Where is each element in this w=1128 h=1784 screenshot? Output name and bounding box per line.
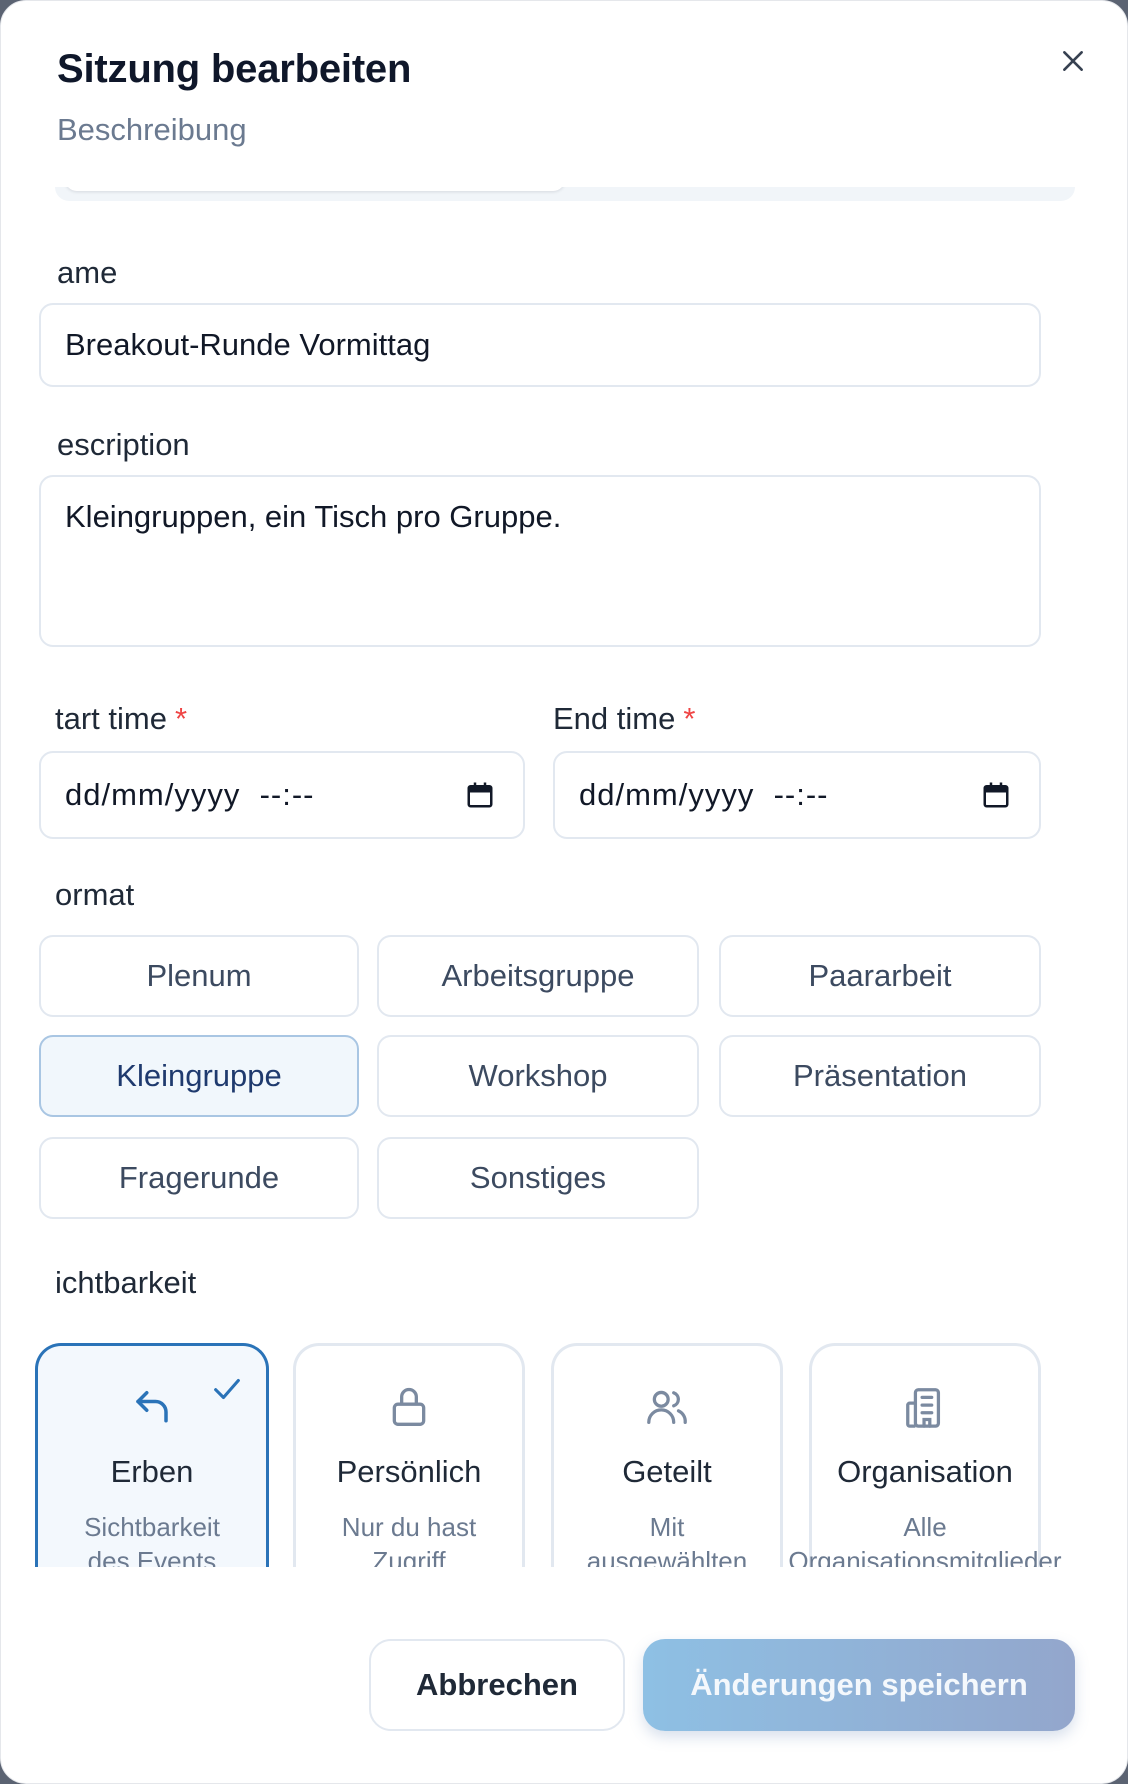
end-time-value: dd/mm/yyyy --:-- [579,777,829,812]
visibility-option-desc: Mit ausgewählten [586,1512,748,1567]
format-option-praesentation[interactable]: Präsentation [719,1035,1041,1117]
visibility-label: ichtbarkeit [55,1265,197,1300]
cancel-button[interactable]: Abbrechen [369,1639,625,1731]
start-time-label-text: tart time [55,701,167,736]
format-option-plenum[interactable]: Plenum [39,935,359,1017]
save-changes-button[interactable]: Änderungen speichern [643,1639,1075,1731]
name-input[interactable]: Breakout-Runde Vormittag [39,303,1041,387]
format-option-label: Kleingruppe [116,1058,282,1093]
visibility-option-persoenlich[interactable]: Persönlich Nur du hast Zugriff [293,1343,525,1567]
format-option-label: Arbeitsgruppe [441,958,635,993]
name-input-value: Breakout-Runde Vormittag [65,327,431,362]
description-textarea[interactable]: Kleingruppen, ein Tisch pro Gruppe. [39,475,1041,647]
users-icon [647,1390,687,1424]
visibility-option-desc: Nur du hast Zugriff [341,1512,477,1567]
description-label: escription [57,427,190,462]
calendar-icon[interactable] [465,780,495,810]
visibility-option-erben[interactable]: Erben Sichtbarkeit des Events [35,1343,269,1567]
visibility-option-desc: Alle Organisationsmitglieder [788,1512,1062,1567]
name-label: ame [57,255,118,290]
visibility-option-organisation[interactable]: Organisation Alle Organisationsmitgliede… [788,1343,1062,1567]
format-option-label: Fragerunde [118,1160,280,1195]
close-icon [1063,51,1083,71]
end-time-label: End time * [553,701,695,737]
format-option-label: Präsentation [792,1058,968,1093]
start-time-label: tart time * [55,701,187,737]
calendar-icon[interactable] [981,780,1011,810]
required-mark: * [683,701,696,736]
format-option-label: Workshop [468,1058,608,1093]
format-option-workshop[interactable]: Workshop [377,1035,699,1117]
format-option-fragerunde[interactable]: Fragerunde [39,1137,359,1219]
dialog-title: Sitzung bearbeiten [57,47,412,91]
format-option-sonstiges[interactable]: Sonstiges [377,1137,699,1219]
tab-active[interactable] [65,187,565,191]
dialog-subtitle: Beschreibung [57,112,247,147]
format-option-paararbeit[interactable]: Paararbeit [719,935,1041,1017]
visibility-option-geteilt[interactable]: Geteilt Mit ausgewählten [551,1343,783,1567]
building-icon [906,1388,941,1428]
format-label: ormat [55,877,135,912]
visibility-option-desc-text: Sichtbarkeit des Events [84,1512,220,1567]
visibility-option-desc: Sichtbarkeit des Events [68,1510,236,1567]
lock-icon [392,1387,426,1426]
inherit-icon [136,1391,168,1423]
visibility-option-title: Organisation [837,1454,1013,1489]
format-option-label: Plenum [146,958,252,993]
end-time-input[interactable]: dd/mm/yyyy --:-- [553,751,1041,839]
format-option-label: Sonstiges [469,1160,607,1195]
form-scroll-area[interactable]: ame Breakout-Runde Vormittag escription … [1,187,1127,1567]
format-option-kleingruppe[interactable]: Kleingruppe [39,1035,359,1117]
tab-strip [55,187,1075,201]
format-option-arbeitsgruppe[interactable]: Arbeitsgruppe [377,935,699,1017]
description-textarea-value: Kleingruppen, ein Tisch pro Gruppe. [65,499,562,534]
start-time-input[interactable]: dd/mm/yyyy --:-- [39,751,525,839]
edit-session-dialog: Sitzung bearbeiten Beschreibung ame Brea… [0,0,1128,1784]
start-time-value: dd/mm/yyyy --:-- [65,777,315,812]
required-mark: * [174,701,188,736]
format-option-label: Paararbeit [808,958,952,993]
end-time-label-text: End time [553,701,676,736]
close-button[interactable] [1049,37,1097,85]
dialog-header: Sitzung bearbeiten Beschreibung [57,47,1071,148]
